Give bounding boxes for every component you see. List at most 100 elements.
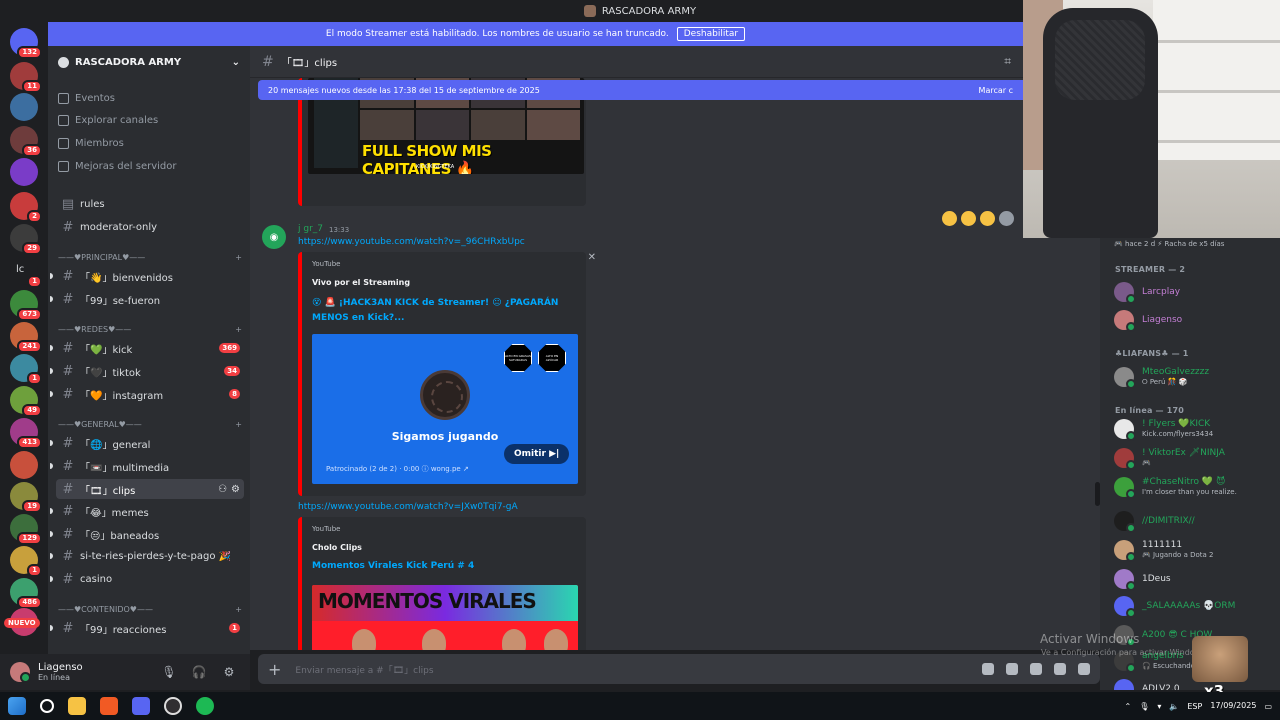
brave-browser-icon[interactable] <box>100 697 118 715</box>
channel-item[interactable]: # si-te-ries-pierdes-y-te-pago 🎉 <box>50 546 244 566</box>
category-header[interactable]: ——♥PRINCIPAL♥—— + <box>58 250 242 264</box>
attach-plus-icon[interactable]: + <box>268 660 281 679</box>
member-item[interactable]: //DIMITRIX// <box>1114 508 1274 534</box>
server-icon-4[interactable] <box>10 158 38 186</box>
category-header[interactable]: ——♥GENERAL♥—— + <box>58 417 242 431</box>
volume-icon[interactable]: 🔈 <box>1169 702 1179 711</box>
member-item[interactable]: 1Deus <box>1114 566 1274 592</box>
microphone-icon[interactable]: 🎙 <box>158 665 180 679</box>
file-explorer-icon[interactable] <box>68 697 86 715</box>
nav-compass[interactable]: Explorar canales <box>58 110 158 130</box>
headphones-icon[interactable]: 🎧 <box>188 665 210 679</box>
channel-item[interactable]: # 「🎞」clips ⚇ ⚙ <box>56 479 244 499</box>
channel-item[interactable]: # 「💚」kick 369 <box>50 338 244 358</box>
server-icon-1[interactable]: 11 <box>10 62 42 93</box>
threads-icon[interactable]: ⌗ <box>1004 54 1011 69</box>
channel-rules[interactable]: ▤ rules <box>56 194 244 214</box>
add-channel-icon[interactable]: + <box>235 420 242 429</box>
microphone-tray-icon[interactable]: 🎙 <box>1139 702 1149 711</box>
gif-icon[interactable] <box>1006 663 1018 675</box>
server-icon-16[interactable]: 1 <box>10 546 42 577</box>
member-item[interactable]: ! Flyers 💚KICK Kick.com/flyers3434 <box>1114 416 1274 442</box>
reaction-hearts-icon[interactable] <box>980 211 995 226</box>
channel-item[interactable]: # 「👋」bienvenidos <box>50 266 244 286</box>
channel-item[interactable]: # 「😒」baneados <box>50 524 244 544</box>
channel-item[interactable]: # casino <box>50 569 244 589</box>
new-server-badge[interactable]: NUEVO <box>4 618 40 628</box>
member-item[interactable]: #ChaseNitro 💚 😈 I'm closer than you reali… <box>1114 474 1274 500</box>
embed-author[interactable]: Vivo por el Streaming <box>312 278 410 287</box>
reaction-add-icon[interactable] <box>999 211 1014 226</box>
server-icon-3[interactable]: 36 <box>10 126 42 157</box>
category-header[interactable]: ——♥CONTENIDO♥—— + <box>58 602 242 616</box>
server-icon-2[interactable] <box>10 93 38 121</box>
windows-start-icon[interactable] <box>8 697 26 715</box>
member-item[interactable]: MteoGalvezzzz ⭘ Perú 🎊 🎲 <box>1114 364 1274 390</box>
server-header[interactable]: RASCADORA ARMY ⌄ <box>48 46 250 78</box>
channel-item[interactable]: # 「99」se-fueron <box>50 289 244 309</box>
spotify-icon[interactable] <box>196 697 214 715</box>
sticker-icon[interactable] <box>1030 663 1042 675</box>
message-link-2[interactable]: https://www.youtube.com/watch?v=JXw0Tqi7… <box>298 502 518 512</box>
server-icon-6[interactable]: 29 <box>10 224 42 255</box>
server-icon-0[interactable]: 132 <box>10 28 42 59</box>
embed-author[interactable]: Cholo Clips <box>312 543 362 552</box>
mark-read-button[interactable]: Marcar c <box>979 86 1013 95</box>
member-item[interactable]: 1111111 🎮 Jugando a Dota 2 <box>1114 537 1274 563</box>
nav-calendar[interactable]: Eventos <box>58 88 115 108</box>
add-channel-icon[interactable]: + <box>235 325 242 334</box>
close-icon[interactable]: ✕ <box>588 252 596 263</box>
disable-streamer-button[interactable]: Deshabilitar <box>676 27 746 41</box>
reaction-laugh-icon[interactable] <box>942 211 957 226</box>
message-author[interactable]: j gr_7 <box>298 224 323 234</box>
add-channel-icon[interactable]: + <box>235 605 242 614</box>
server-icon-9[interactable]: 241 <box>10 322 42 353</box>
gear-icon[interactable]: ⚙ <box>231 484 240 495</box>
server-icon-14[interactable]: 19 <box>10 482 42 513</box>
channel-moderator-only[interactable]: # moderator-only <box>56 217 244 237</box>
clock[interactable]: 17/09/2025 <box>1210 701 1256 711</box>
wifi-icon[interactable]: ▾ <box>1157 702 1161 711</box>
channel-item[interactable]: # 「🖤」tiktok 34 <box>50 361 244 381</box>
gift-icon[interactable] <box>982 663 994 675</box>
message-link-1[interactable]: https://www.youtube.com/watch?v=_96CHRxb… <box>298 237 525 247</box>
channel-item[interactable]: # 「99」reacciones 1 <box>50 618 244 638</box>
member-item[interactable]: Liagenso <box>1114 307 1274 333</box>
server-icon-5[interactable]: 2 <box>10 192 42 223</box>
skip-ad-button[interactable]: Omitir ▶| <box>504 444 570 464</box>
author-avatar[interactable]: ◉ <box>262 225 286 249</box>
add-channel-icon[interactable]: + <box>235 253 242 262</box>
category-header[interactable]: ——♥REDES♥—— + <box>58 322 242 336</box>
obs-icon[interactable] <box>164 697 182 715</box>
channel-item[interactable]: # 「🌐」general <box>50 433 244 453</box>
video-ad-player[interactable]: ALTO EN GRASAS SATURADAS ALTO EN AZÚCAR … <box>312 334 578 484</box>
notification-icon[interactable]: ▭ <box>1264 702 1272 711</box>
embed-title[interactable]: 😵 🚨 ¡HACK3AN KICK de Streamer! 😐 ¿PAGARÁ… <box>312 296 562 326</box>
search-icon[interactable] <box>40 699 54 713</box>
server-icon-13[interactable] <box>10 451 38 479</box>
reaction-tear-icon[interactable] <box>961 211 976 226</box>
chevron-down-icon[interactable]: ⌄ <box>232 57 240 68</box>
server-icon-12[interactable]: 413 <box>10 418 42 449</box>
member-item[interactable]: Larcplay <box>1114 279 1274 305</box>
server-icon-7[interactable]: lc 1 <box>10 257 42 288</box>
discord-app-icon[interactable] <box>132 697 150 715</box>
new-messages-bar[interactable]: 20 mensajes nuevos desde las 17:38 del 1… <box>258 80 1023 100</box>
member-item[interactable]: ! ViktorEx 🗡NINJA 🎮 <box>1114 445 1274 471</box>
channel-item[interactable]: # 「📼」multimedia <box>50 456 244 476</box>
invite-icon[interactable]: ⚇ <box>218 484 227 495</box>
server-icon-11[interactable]: 49 <box>10 386 42 417</box>
chevron-up-icon[interactable]: ⌃ <box>1125 702 1132 711</box>
message-list[interactable]: FULL SHOW MIS CAPITANES 🔥 KICK/KINGTEKA … <box>250 78 1100 650</box>
server-icon-8[interactable]: 673 <box>10 290 42 321</box>
video-thumbnail[interactable]: MOMENTOS VIRALES <box>312 585 578 650</box>
server-icon-15[interactable]: 129 <box>10 514 42 545</box>
channel-item[interactable]: # 「😂」memes <box>50 501 244 521</box>
nav-members[interactable]: Miembros <box>58 133 124 153</box>
activity-icon[interactable] <box>1078 663 1090 675</box>
emoji-icon[interactable] <box>1054 663 1066 675</box>
gear-icon[interactable]: ⚙ <box>218 665 240 679</box>
nav-boost[interactable]: Mejoras del servidor <box>58 156 177 176</box>
member-item[interactable]: _SALAAAAAs 💀ORM <box>1114 593 1274 619</box>
embed-title[interactable]: Momentos Virales Kick Perú # 4 <box>312 559 562 574</box>
